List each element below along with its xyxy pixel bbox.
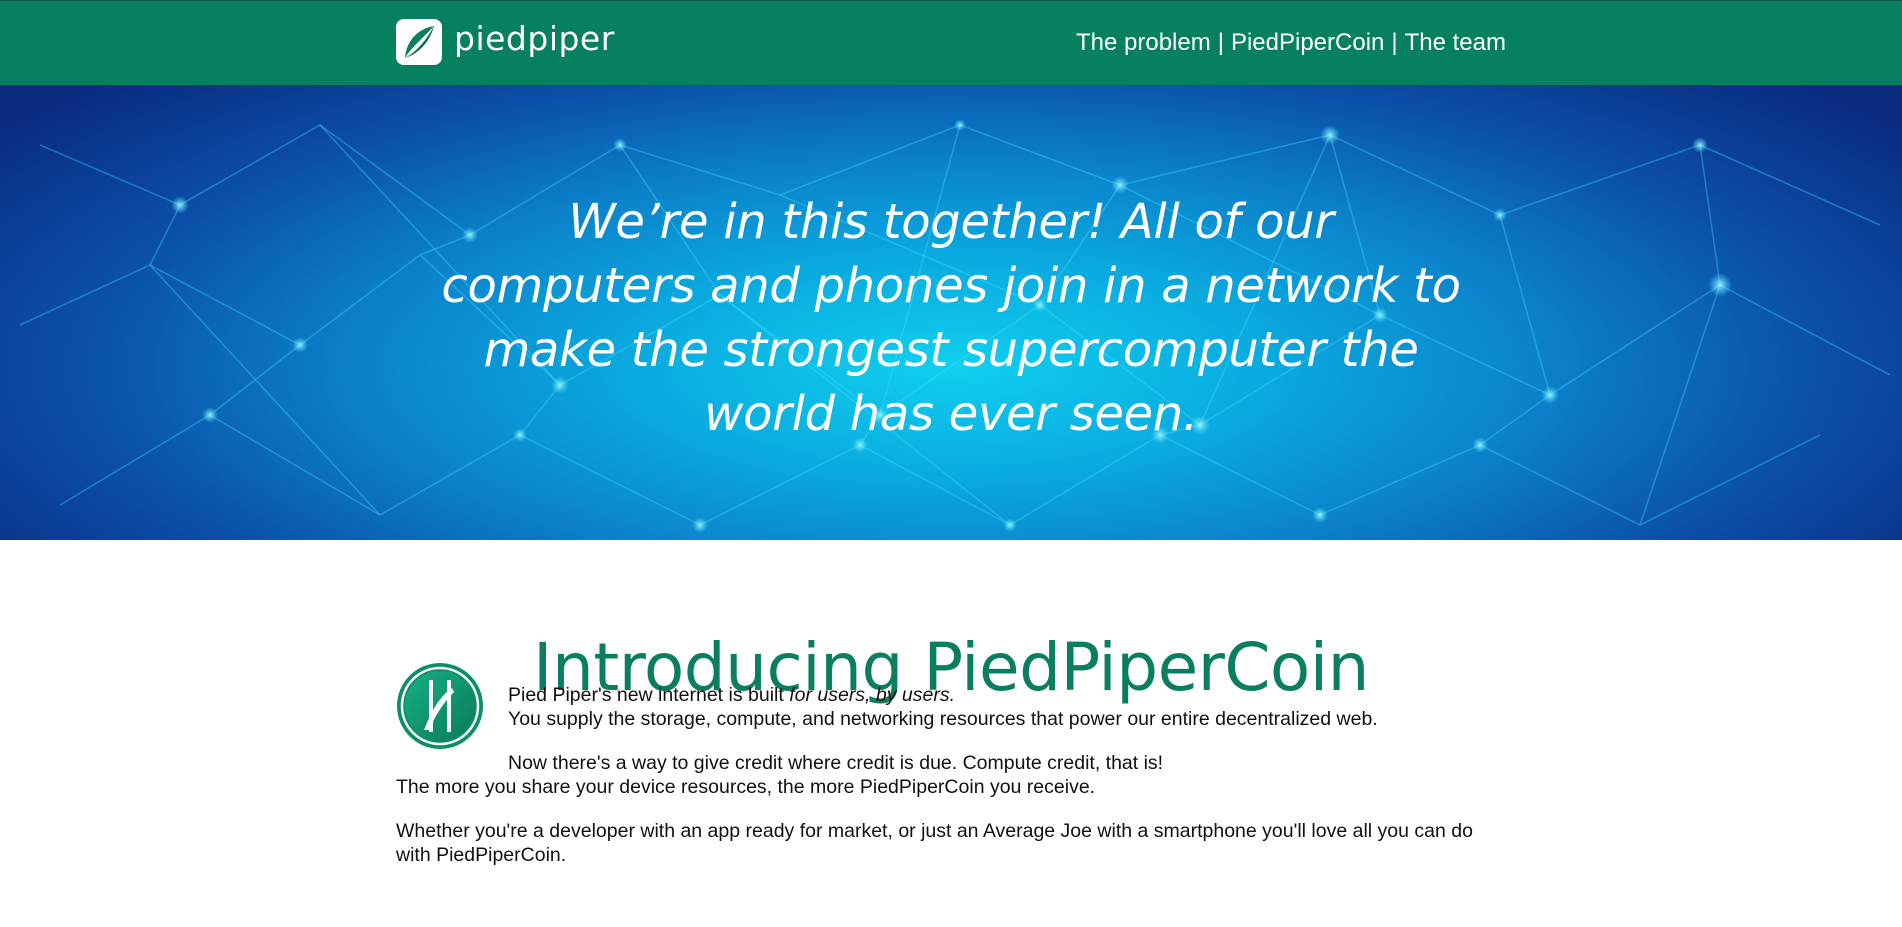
intro-text-prefix: Pied Piper's new internet is built [508, 684, 790, 706]
nav-link-piedpipercoin[interactable]: PiedPiperCoin [1231, 29, 1384, 57]
piedpipercoin-icon [397, 663, 483, 749]
piedpiper-logo-link[interactable]: piedpiper [396, 18, 615, 66]
leaf-logo-icon [396, 19, 442, 65]
hero-quote: We’re in this together! All of our compu… [441, 194, 1461, 442]
intro-paragraph-1: Pied Piper's new internet is built for u… [508, 683, 1378, 731]
intro-paragraph-2-line1: Now there's a way to give credit where c… [508, 752, 1164, 774]
hero-banner: We’re in this together! All of our compu… [0, 85, 1902, 540]
intro-paragraph-3: Whether you're a developer with an app r… [396, 820, 1473, 866]
nav-separator: | [1217, 29, 1224, 56]
intro-text-emphasis: for users, by users. [789, 684, 956, 706]
nav-link-the-problem[interactable]: The problem [1076, 29, 1211, 57]
intro-text-line2: You supply the storage, compute, and net… [508, 708, 1378, 730]
nav-link-the-team[interactable]: The team [1405, 29, 1506, 57]
nav-separator: | [1391, 29, 1398, 56]
main-nav: The problem | PiedPiperCoin | The team [1076, 29, 1506, 57]
top-navigation-bar: piedpiper The problem | PiedPiperCoin | … [0, 0, 1902, 85]
logo-wordmark: piedpiper [454, 18, 615, 58]
intro-paragraph-2-line2: The more you share your device resources… [396, 776, 1096, 798]
